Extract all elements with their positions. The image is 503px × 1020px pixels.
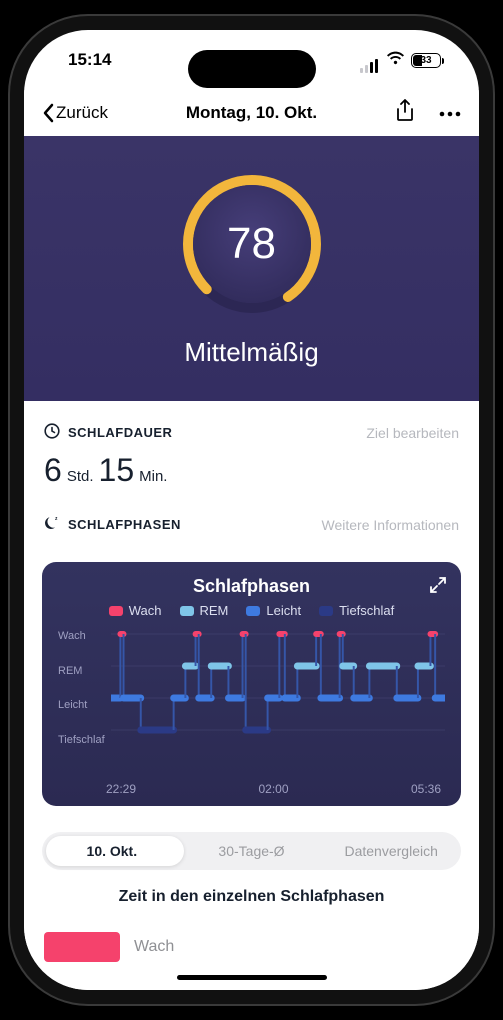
chart-legend: WachREMLeichtTiefschlaf [58, 603, 445, 618]
expand-icon [429, 576, 447, 594]
dynamic-island [188, 50, 316, 88]
sleep-phases-card[interactable]: Schlafphasen WachREMLeichtTiefschlaf Wac… [42, 562, 461, 806]
ellipsis-icon [439, 111, 461, 117]
tab-compare[interactable]: Datenvergleich [321, 843, 461, 859]
svg-text:z: z [55, 516, 58, 522]
phone-frame: 15:14 33 Zurück Montag, 10. Okt. [24, 30, 479, 990]
score-value: 78 [193, 185, 311, 303]
tab-segmented-control[interactable]: 10. Okt. 30-Tage-Ø Datenvergleich [42, 832, 461, 870]
duration-title: SCHLAFDAUER [68, 425, 172, 440]
page-title: Montag, 10. Okt. [186, 103, 317, 123]
cellular-icon [360, 53, 380, 67]
duration-section: SCHLAFDAUER Ziel bearbeiten 6 Std. 15 Mi… [24, 401, 479, 499]
chart-y-labels: WachREMLeichtTiefschlaf [58, 626, 105, 746]
expand-button[interactable] [429, 576, 447, 599]
share-button[interactable] [395, 99, 415, 128]
status-time: 15:14 [68, 50, 111, 70]
more-info-link[interactable]: Weitere Informationen [322, 517, 459, 533]
sleep-score-hero: 78 Mittelmäßig [24, 136, 479, 401]
time-in-stages-heading: Zeit in den einzelnen Schlafphasen [24, 888, 479, 906]
home-indicator[interactable] [177, 975, 327, 980]
content-scroll[interactable]: 78 Mittelmäßig SCHLAFDAUER Ziel bearbeit… [24, 136, 479, 990]
duration-value: 6 Std. 15 Min. [44, 452, 459, 489]
nav-bar: Zurück Montag, 10. Okt. [24, 90, 479, 136]
phases-section: z SCHLAFPHASEN Weitere Informationen [24, 499, 479, 554]
stage-label-wake: Wach [134, 938, 174, 956]
back-button[interactable]: Zurück [42, 103, 108, 123]
wifi-icon [386, 50, 405, 70]
chevron-left-icon [42, 103, 54, 123]
tab-day[interactable]: 10. Okt. [42, 843, 182, 859]
chart-x-labels: 22:2902:0005:36 [58, 782, 445, 796]
score-rating: Mittelmäßig [184, 337, 318, 368]
back-label: Zurück [56, 103, 108, 123]
phases-title: SCHLAFPHASEN [68, 517, 181, 532]
tab-30day[interactable]: 30-Tage-Ø [182, 843, 322, 859]
share-icon [395, 99, 415, 123]
chart-title: Schlafphasen [58, 576, 445, 597]
stage-bar-wake [44, 932, 120, 962]
edit-goal-link[interactable]: Ziel bearbeiten [366, 425, 459, 441]
chart-plot-area [111, 626, 445, 776]
battery-icon: 33 [411, 53, 441, 68]
clock-icon [44, 423, 60, 442]
moon-icon: z [44, 515, 60, 534]
score-ring: 78 [177, 169, 327, 319]
more-button[interactable] [439, 104, 461, 122]
stage-row-wake: Wach [24, 932, 479, 962]
